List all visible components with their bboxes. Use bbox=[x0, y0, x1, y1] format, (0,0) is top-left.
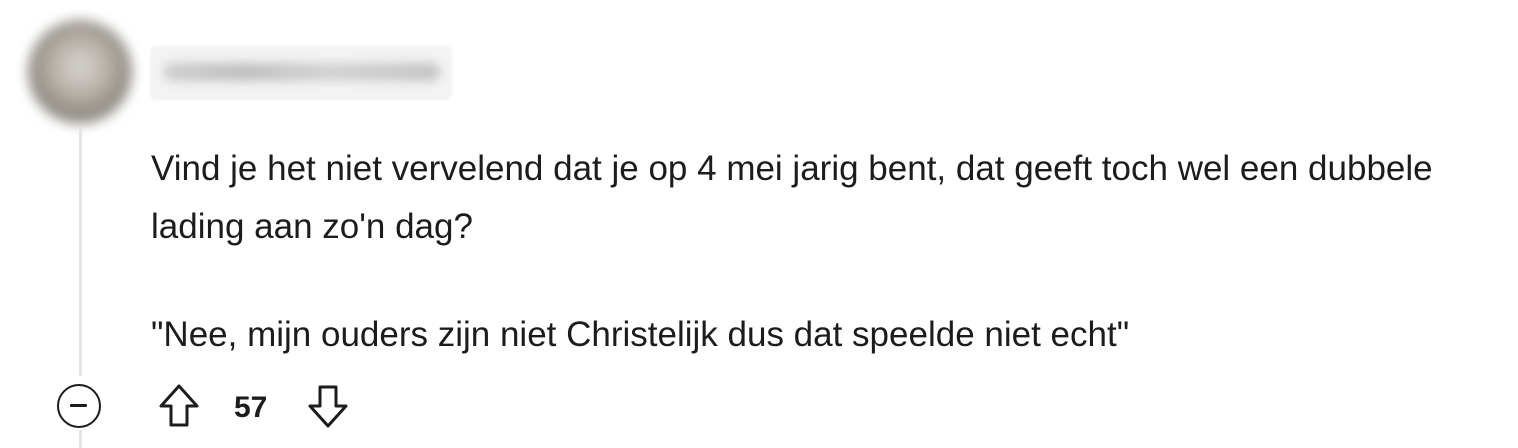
avatar[interactable] bbox=[28, 20, 132, 124]
upvote-icon[interactable] bbox=[157, 382, 201, 430]
thread-line[interactable] bbox=[79, 128, 82, 376]
collapse-thread-button[interactable] bbox=[57, 384, 101, 428]
comment-actions: 57 bbox=[0, 380, 600, 436]
username-redacted[interactable] bbox=[150, 46, 452, 100]
downvote-icon[interactable] bbox=[306, 382, 350, 430]
vote-count: 57 bbox=[234, 391, 268, 424]
comment-paragraph: Vind je het niet vervelend dat je op 4 m… bbox=[151, 149, 1433, 246]
comment: Vind je het niet vervelend dat je op 4 m… bbox=[0, 0, 1518, 448]
comment-paragraph: "Nee, mijn ouders zijn niet Christelijk … bbox=[151, 315, 1130, 354]
username-blur-mark bbox=[164, 63, 440, 81]
comment-body: Vind je het niet vervelend dat je op 4 m… bbox=[151, 140, 1511, 364]
